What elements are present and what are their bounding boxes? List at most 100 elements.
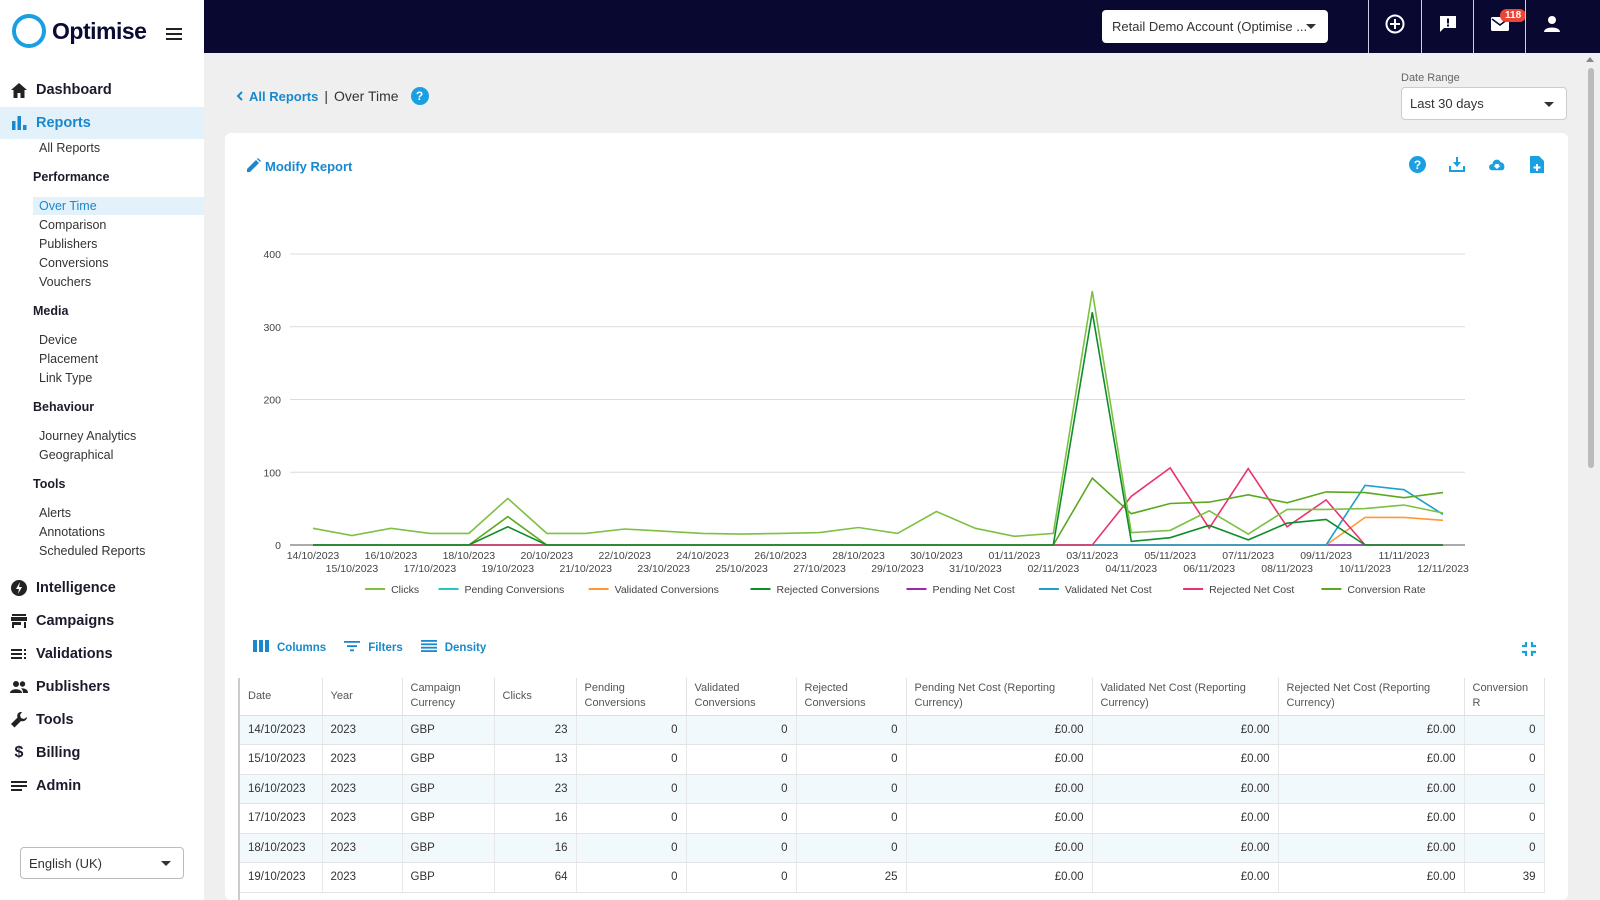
column-header[interactable]: Validated Net Cost (Reporting Currency)	[1092, 678, 1279, 716]
legend-item[interactable]: Validated Conversions	[588, 584, 719, 596]
nav-placement[interactable]: Placement	[39, 352, 98, 366]
legend-label: Validated Conversions	[615, 584, 719, 596]
chevron-down-icon	[1306, 24, 1316, 29]
x-tick-label: 16/10/2023	[365, 550, 418, 562]
series-line-rejected-net-cost	[313, 466, 1443, 546]
filters-button[interactable]: Filters	[344, 640, 403, 655]
nav-link-type[interactable]: Link Type	[39, 371, 92, 385]
table-cell: 0	[1464, 803, 1545, 834]
logo[interactable]: Optimise	[12, 14, 147, 48]
column-header[interactable]: Clicks	[494, 678, 577, 716]
nav-vouchers[interactable]: Vouchers	[39, 275, 91, 289]
density-button[interactable]: Density	[420, 640, 487, 655]
table-cell: £0.00	[1092, 833, 1279, 863]
table-cell: 0	[576, 862, 687, 893]
nav-over-time[interactable]: Over Time	[33, 197, 204, 215]
nav-dashboard[interactable]: Dashboard	[0, 74, 204, 106]
legend-item[interactable]: Clicks	[365, 584, 419, 596]
table-cell: £0.00	[1092, 715, 1279, 745]
legend-item[interactable]: Pending Conversions	[438, 584, 565, 596]
x-axis: 14/10/202315/10/202316/10/202317/10/2023…	[287, 550, 1469, 575]
nav-journey-analytics[interactable]: Journey Analytics	[39, 429, 136, 443]
logo-text: Optimise	[52, 17, 147, 44]
table-cell: 0	[576, 833, 687, 863]
columns-button[interactable]: Columns	[253, 640, 326, 655]
legend-label: Rejected Net Cost	[1209, 584, 1294, 596]
legend-item[interactable]: Pending Net Cost	[906, 584, 1015, 596]
x-tick-label: 03/11/2023	[1066, 550, 1118, 562]
table-cell: 39	[1464, 862, 1545, 893]
column-header[interactable]: Pending Conversions	[576, 678, 687, 716]
column-header[interactable]: Rejected Net Cost (Reporting Currency)	[1278, 678, 1465, 716]
table-cell: 16	[494, 833, 577, 863]
table-cell: 2023	[322, 715, 403, 745]
nav-intelligence[interactable]: Intelligence	[0, 572, 204, 604]
table-row[interactable]: 18/10/2023 2023 GBP 16 0 0 0 £0.00 £0.00 £0.00 0	[240, 833, 1545, 863]
data-grid: Date Year Campaign Currency Clicks Pending C…	[238, 678, 1556, 900]
messages-button[interactable]: 118	[1473, 0, 1527, 53]
all-reports-link[interactable]: All Reports	[236, 89, 318, 104]
scroll-up-icon[interactable]	[1586, 57, 1594, 62]
date-range-select[interactable]: Last 30 days	[1401, 87, 1567, 120]
table-cell: £0.00	[1092, 774, 1279, 804]
nav-campaigns[interactable]: Campaigns	[0, 605, 204, 637]
density-label: Density	[444, 641, 487, 654]
table-cell: GBP	[402, 744, 495, 775]
nav-validations[interactable]: Validations	[0, 638, 204, 670]
nav-publishers-report[interactable]: Publishers	[39, 237, 97, 251]
nav-alerts[interactable]: Alerts	[39, 506, 71, 520]
table-row[interactable]: 15/10/2023 2023 GBP 13 0 0 0 £0.00 £0.00 £0.00 0	[240, 744, 1545, 775]
page-scrollbar[interactable]	[1581, 53, 1600, 900]
feedback-button[interactable]	[1421, 0, 1473, 53]
breadcrumb: All Reports | Over Time ?	[236, 87, 429, 105]
x-tick-label: 11/11/2023	[1379, 550, 1430, 562]
table-cell: 0	[1464, 744, 1545, 775]
table-row[interactable]: 19/10/2023 2023 GBP 64 0 0 25 £0.00 £0.00 £0.00 39	[240, 862, 1545, 893]
columns-icon	[253, 640, 269, 655]
scroll-thumb[interactable]	[1588, 68, 1594, 468]
feedback-icon	[1439, 15, 1457, 38]
logo-ring-icon	[12, 14, 46, 48]
nav-annotations[interactable]: Annotations	[39, 525, 105, 539]
nav-all-reports[interactable]: All Reports	[39, 141, 100, 155]
nav-conversions[interactable]: Conversions	[39, 256, 108, 270]
column-header[interactable]: Rejected Conversions	[796, 678, 907, 716]
help-icon[interactable]: ?	[410, 87, 429, 105]
nav-publishers[interactable]: Publishers	[0, 671, 204, 703]
table-cell: £0.00	[1092, 862, 1279, 893]
legend-label: Clicks	[391, 584, 419, 596]
table-cell: 25	[796, 862, 907, 893]
column-header[interactable]: Conversion R	[1464, 678, 1545, 716]
nav-admin[interactable]: Admin	[0, 770, 204, 802]
nav-reports[interactable]: Reports	[0, 107, 204, 139]
y-axis: 0 100 200 300 400	[263, 249, 281, 552]
menu-toggle-icon[interactable]	[166, 28, 182, 40]
legend-item[interactable]: Conversion Rate	[1321, 584, 1426, 596]
nav-comparison[interactable]: Comparison	[39, 218, 106, 232]
legend-item[interactable]: Rejected Net Cost	[1183, 584, 1294, 596]
legend-item[interactable]: Validated Net Cost	[1038, 584, 1152, 596]
nav-scheduled-reports[interactable]: Scheduled Reports	[39, 544, 145, 558]
user-menu-button[interactable]	[1525, 0, 1577, 53]
nav-group-behaviour: Behaviour	[33, 400, 95, 414]
nav-geographical[interactable]: Geographical	[39, 448, 113, 462]
nav-tools[interactable]: Tools	[0, 704, 204, 736]
account-select[interactable]: Retail Demo Account (Optimise ...	[1102, 10, 1328, 43]
table-row[interactable]: 17/10/2023 2023 GBP 16 0 0 0 £0.00 £0.00 £0.00 0	[240, 803, 1545, 834]
column-header[interactable]: Pending Net Cost (Reporting Currency)	[906, 678, 1093, 716]
column-header[interactable]: Date	[240, 678, 323, 716]
column-header[interactable]: Validated Conversions	[686, 678, 797, 716]
legend-item[interactable]: Rejected Conversions	[750, 584, 880, 596]
add-button[interactable]	[1368, 0, 1420, 53]
table-row[interactable]: 14/10/2023 2023 GBP 23 0 0 0 £0.00 £0.00 £0.00 0	[240, 715, 1545, 745]
language-select[interactable]: English (UK)	[20, 847, 184, 879]
user-icon	[1543, 16, 1560, 37]
table-row[interactable]: 16/10/2023 2023 GBP 23 0 0 0 £0.00 £0.00 £0.00 0	[240, 774, 1545, 804]
column-header[interactable]: Campaign Currency	[402, 678, 495, 716]
column-header[interactable]: Year	[322, 678, 403, 716]
fullscreen-exit-button[interactable]	[1522, 642, 1536, 661]
table-cell: £0.00	[906, 744, 1093, 775]
nav-billing[interactable]: $ Billing	[0, 737, 204, 769]
nav-group-tools: Tools	[33, 477, 66, 491]
nav-device[interactable]: Device	[39, 333, 77, 347]
